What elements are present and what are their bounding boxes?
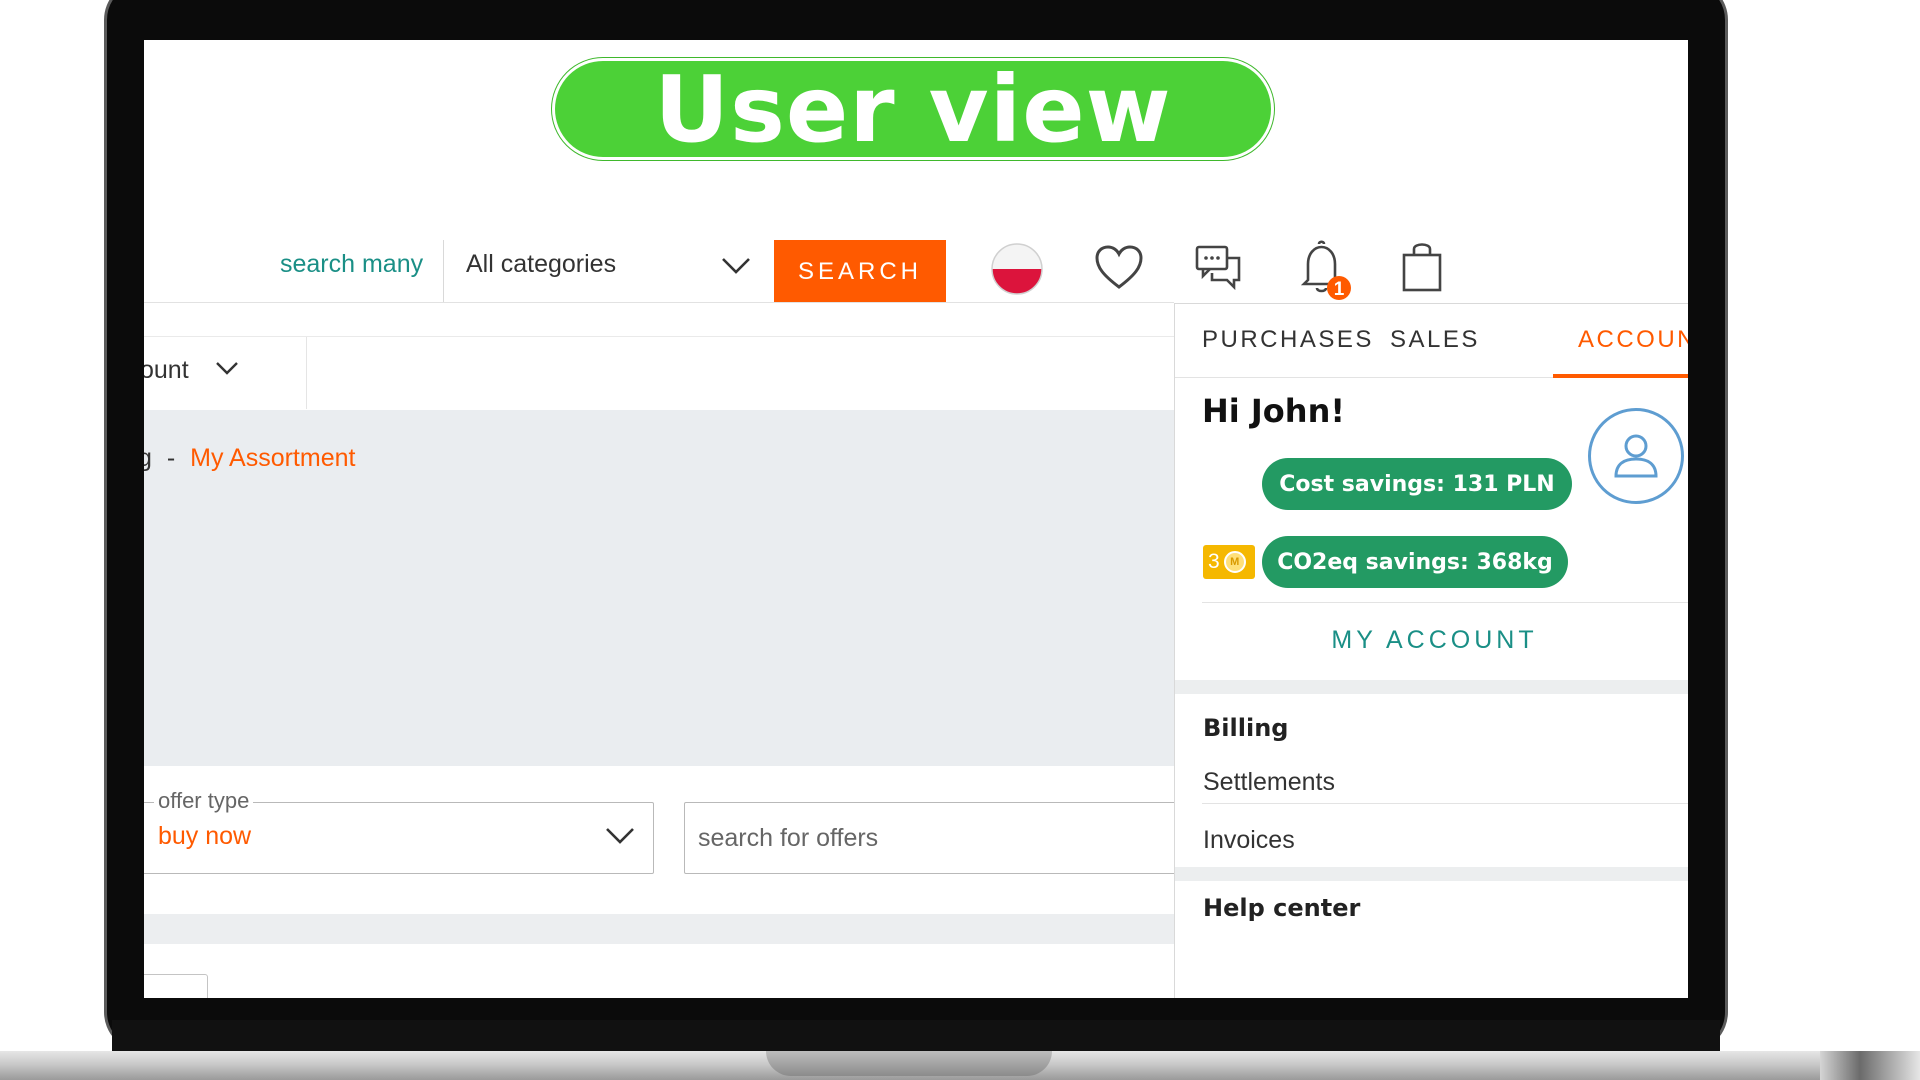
- search-button[interactable]: SEARCH: [774, 240, 946, 303]
- coins-count: 3: [1208, 550, 1220, 573]
- category-select[interactable]: All categories: [466, 250, 616, 279]
- search-hint[interactable]: search many: [280, 250, 423, 279]
- chevron-down-icon[interactable]: [214, 360, 240, 383]
- divider: [1202, 803, 1688, 804]
- chevron-down-icon[interactable]: [604, 826, 636, 851]
- search-divider: [443, 240, 444, 302]
- coins-badge: 3 M: [1203, 545, 1255, 579]
- cost-savings-badge: Cost savings: 131 PLN: [1262, 458, 1572, 510]
- offer-type-label: offer type: [154, 788, 254, 814]
- section-separator: [1175, 680, 1688, 694]
- shopping-bag-icon[interactable]: [1400, 240, 1444, 299]
- menu-item-settlements[interactable]: Settlements: [1203, 768, 1335, 797]
- header-divider: [144, 302, 1174, 303]
- help-center-heading[interactable]: Help center: [1203, 894, 1360, 922]
- tab-purchases[interactable]: PURCHASES: [1202, 326, 1374, 354]
- breadcrumb-separator: -: [166, 444, 176, 472]
- laptop-notch: [766, 1051, 1052, 1076]
- laptop-base-end: [1820, 1051, 1920, 1080]
- chat-icon[interactable]: [1194, 244, 1244, 299]
- divider: [1202, 602, 1688, 603]
- account-menu-label[interactable]: ount: [144, 356, 189, 385]
- tab-sales[interactable]: SALES: [1390, 326, 1480, 354]
- breadcrumb-prefix[interactable]: g: [144, 444, 152, 472]
- screen: User view search many All categories SEA…: [144, 40, 1688, 998]
- section-separator: [1175, 867, 1688, 881]
- search-offers-input[interactable]: [684, 802, 1194, 874]
- bell-icon[interactable]: 1: [1294, 240, 1356, 307]
- menu-item-invoices[interactable]: Invoices: [1203, 826, 1295, 855]
- subheader-divider: [144, 336, 1174, 337]
- account-dropdown: PURCHASES SALES ACCOUN Hi John! Cost sav…: [1174, 303, 1688, 998]
- offer-type-value[interactable]: buy now: [158, 822, 251, 851]
- user-view-banner: User view: [552, 56, 1274, 163]
- breadcrumb: g - My Assortment: [144, 444, 355, 473]
- notification-count: 1: [1334, 279, 1345, 300]
- coin-icon: M: [1223, 551, 1246, 573]
- greeting: Hi John!: [1202, 392, 1345, 430]
- avatar[interactable]: [1588, 408, 1684, 504]
- billing-heading: Billing: [1203, 714, 1289, 742]
- active-tab-indicator: [1553, 374, 1688, 378]
- dropdown-tabs: PURCHASES SALES ACCOUN: [1175, 304, 1688, 378]
- breadcrumb-current[interactable]: My Assortment: [190, 444, 355, 472]
- tab-account[interactable]: ACCOUN: [1578, 326, 1688, 354]
- co2-savings-badge: CO2eq savings: 368kg: [1262, 536, 1568, 588]
- my-account-link[interactable]: MY ACCOUNT: [1175, 626, 1688, 655]
- gray-strip: [144, 914, 1174, 944]
- poland-flag-icon[interactable]: [990, 242, 1044, 301]
- heart-icon[interactable]: [1094, 244, 1144, 297]
- partial-control[interactable]: [144, 974, 208, 998]
- account-row-separator: [306, 337, 307, 409]
- laptop-chin: [112, 1020, 1720, 1052]
- user-icon: [1614, 434, 1658, 478]
- chevron-down-icon[interactable]: [720, 256, 752, 281]
